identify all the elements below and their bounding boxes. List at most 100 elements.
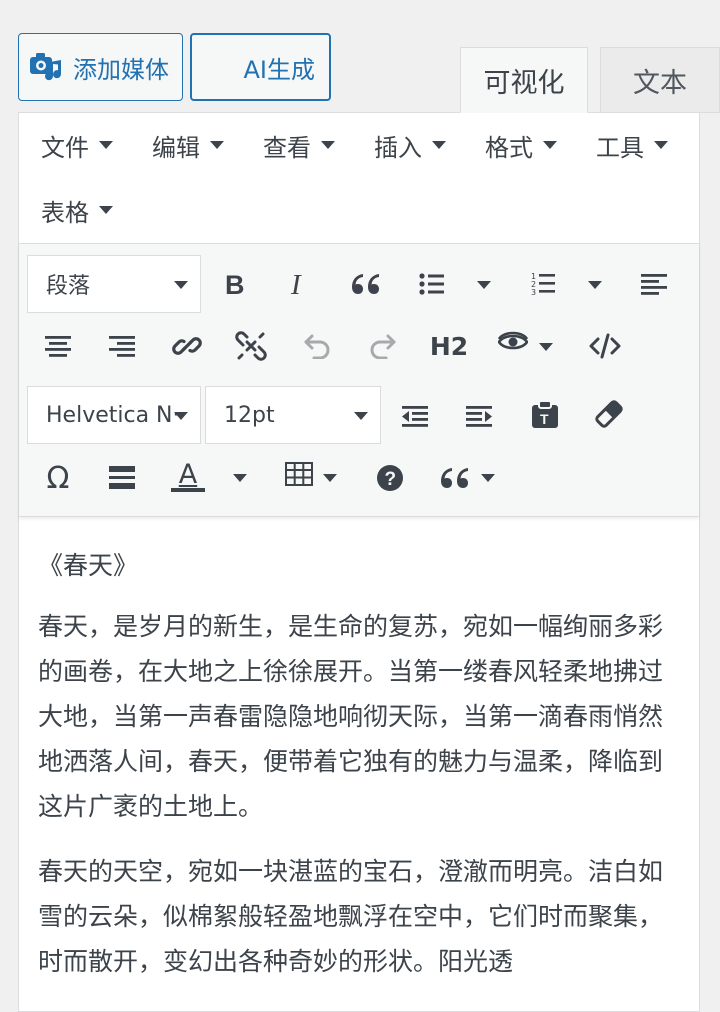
menu-file-label: 文件	[41, 133, 89, 162]
table-dropdown[interactable]	[323, 474, 337, 482]
chevron-down-icon	[321, 141, 335, 149]
numbered-list-icon: 123	[531, 272, 555, 297]
menu-format[interactable]: 格式	[485, 125, 557, 165]
align-right-button[interactable]	[105, 326, 139, 366]
paste-text-button[interactable]: T	[527, 394, 563, 434]
special-character-button[interactable]: Ω	[41, 458, 75, 498]
tab-visual-label: 可视化	[483, 67, 565, 99]
bullet-list-button[interactable]	[417, 264, 447, 304]
toolbar: 段落 B I 123 H2 Helvetica N·· 12pt T Ω A ?	[19, 244, 699, 517]
chevron-down-icon	[99, 206, 113, 214]
heading-h2-label: H2	[429, 331, 469, 361]
svg-text:T: T	[540, 411, 549, 427]
outdent-button[interactable]	[397, 396, 431, 436]
paragraph-format-select[interactable]: 段落	[27, 255, 201, 313]
numbered-list-button[interactable]: 123	[529, 264, 559, 304]
bold-icon: B	[225, 271, 245, 297]
heading-h2-button[interactable]: H2	[427, 326, 471, 366]
help-icon: ?	[377, 465, 403, 491]
tab-visual[interactable]: 可视化	[460, 47, 588, 113]
menu-insert-label: 插入	[374, 133, 422, 162]
paragraph-format-value: 段落	[46, 274, 91, 299]
chevron-down-icon	[354, 412, 368, 420]
tab-text[interactable]: 文本	[600, 47, 720, 113]
undo-button[interactable]	[299, 326, 335, 366]
numbered-list-dropdown[interactable]	[588, 281, 602, 289]
menu-view[interactable]: 查看	[263, 125, 335, 165]
menu-format-label: 格式	[485, 133, 533, 162]
add-media-label: 添加媒体	[73, 55, 169, 84]
menu-tools[interactable]: 工具	[596, 125, 668, 165]
code-icon	[589, 333, 621, 359]
outdent-icon	[402, 406, 428, 427]
italic-icon: I	[290, 271, 302, 297]
chevron-down-icon	[174, 281, 188, 289]
align-right-icon	[109, 336, 135, 357]
indent-button[interactable]	[463, 396, 497, 436]
preview-button[interactable]	[497, 322, 529, 362]
svg-text:3: 3	[531, 288, 536, 297]
code-button[interactable]	[585, 326, 625, 366]
document-title: 《春天》	[38, 551, 139, 580]
remove-link-button[interactable]	[233, 326, 269, 366]
quote-icon	[441, 468, 468, 488]
table-icon	[285, 462, 313, 486]
align-left-button[interactable]	[637, 264, 671, 304]
text-color-dropdown[interactable]	[233, 474, 247, 482]
preview-dropdown[interactable]	[539, 343, 553, 351]
chevron-down-icon	[174, 412, 188, 420]
clipboard-icon: T	[532, 400, 558, 428]
eye-icon	[498, 331, 528, 350]
omega-icon: Ω	[46, 460, 70, 496]
paragraph: 春天，是岁月的新生，是生命的复苏，宛如一幅绚丽多彩的画卷，在大地之上徐徐展开。当…	[38, 612, 664, 821]
text-color-swatch	[171, 488, 205, 492]
horizontal-line-button[interactable]	[105, 458, 139, 498]
bold-button[interactable]: B	[217, 264, 253, 304]
chevron-down-icon	[654, 141, 668, 149]
menu-table-label: 表格	[41, 198, 89, 227]
font-family-select[interactable]: Helvetica N··	[27, 386, 201, 444]
blockquote-icon	[352, 274, 379, 294]
chevron-down-icon	[543, 141, 557, 149]
svg-text:I: I	[290, 271, 302, 297]
chevron-down-icon	[432, 141, 446, 149]
chevron-down-icon	[210, 141, 224, 149]
quote-style-button[interactable]	[437, 458, 473, 498]
redo-button[interactable]	[365, 326, 401, 366]
help-button[interactable]: ?	[373, 458, 407, 498]
align-left-icon	[641, 274, 667, 295]
chevron-down-icon	[99, 141, 113, 149]
menubar: 文件 编辑 查看 插入 格式 工具 表格	[19, 113, 699, 244]
align-center-icon	[45, 336, 71, 357]
tab-text-label: 文本	[633, 67, 687, 99]
add-media-button[interactable]: 添加媒体	[18, 33, 183, 101]
link-icon	[172, 337, 202, 355]
align-center-button[interactable]	[41, 326, 75, 366]
indent-icon	[466, 406, 492, 427]
svg-text:B: B	[225, 271, 245, 297]
menu-file[interactable]: 文件	[41, 125, 113, 165]
editor: 文件 编辑 查看 插入 格式 工具 表格 段落 B I 123 H2 Helve…	[18, 112, 700, 1012]
menu-table[interactable]: 表格	[41, 190, 113, 230]
insert-link-button[interactable]	[169, 326, 205, 366]
horizontal-line-icon	[109, 466, 135, 489]
italic-button[interactable]: I	[281, 264, 317, 304]
text-color-icon: A	[178, 459, 198, 490]
unlink-icon	[235, 331, 267, 361]
font-size-select[interactable]: 12pt	[205, 386, 381, 444]
blockquote-button[interactable]	[346, 264, 386, 304]
menu-edit[interactable]: 编辑	[152, 125, 224, 165]
paragraph: 春天的天空，宛如一块湛蓝的宝石，澄澈而明亮。洁白如雪的云朵，似棉絮般轻盈地飘浮在…	[38, 857, 664, 976]
bullet-list-icon	[419, 273, 444, 295]
table-button[interactable]	[283, 454, 315, 494]
eraser-icon	[595, 400, 623, 428]
editor-content[interactable]: 《春天》 春天，是岁月的新生，是生命的复苏，宛如一幅绚丽多彩的画卷，在大地之上徐…	[19, 518, 699, 984]
menu-insert[interactable]: 插入	[374, 125, 446, 165]
ai-generate-button[interactable]: AI生成	[190, 33, 331, 101]
text-color-button[interactable]: A	[169, 454, 207, 498]
bullet-list-dropdown[interactable]	[477, 281, 491, 289]
redo-icon	[370, 334, 396, 359]
quote-style-dropdown[interactable]	[481, 474, 495, 482]
clear-formatting-button[interactable]	[591, 394, 627, 434]
undo-icon	[304, 334, 330, 359]
